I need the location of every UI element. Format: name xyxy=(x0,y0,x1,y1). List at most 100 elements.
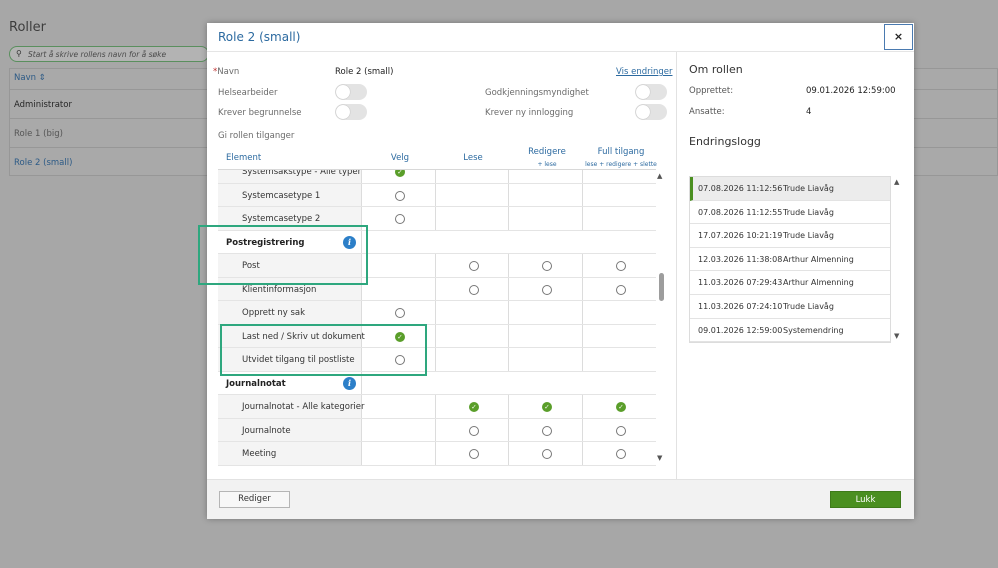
element-cell: Opprett ny sak xyxy=(218,301,362,324)
table-row: Last ned / Skriv ut dokument ✓ xyxy=(218,324,656,348)
role-form: *Navn Role 2 (small) Vis endringer Helse… xyxy=(198,52,676,479)
element-cell: Post xyxy=(218,254,362,277)
divider xyxy=(582,324,583,347)
show-changes-link[interactable]: Vis endringer xyxy=(616,67,673,77)
table-row: Meeting xyxy=(218,442,656,466)
name-value[interactable]: Role 2 (small) xyxy=(335,67,393,77)
scrollbar-thumb[interactable] xyxy=(659,273,664,301)
table-row: Opprett ny sak xyxy=(218,301,656,325)
radio-lese[interactable] xyxy=(469,425,479,436)
helsearbeider-label: Helsearbeider xyxy=(218,88,278,98)
group-row: Journalnotat i xyxy=(218,371,656,395)
role-info-panel: Om rollen Opprettet: 09.01.2026 12:59:00… xyxy=(676,52,914,479)
radio-redigere[interactable] xyxy=(542,261,552,271)
element-cell: Meeting xyxy=(218,442,362,465)
changelog-user: Systemendring xyxy=(783,325,844,335)
employees-label: Ansatte: xyxy=(689,107,725,117)
radio-velg[interactable] xyxy=(395,190,405,201)
divider xyxy=(435,301,436,324)
scroll-up-icon[interactable]: ▲ xyxy=(657,172,662,180)
divider xyxy=(508,418,509,441)
divider xyxy=(508,183,509,206)
checked-radio-redigere[interactable]: ✓ xyxy=(542,402,552,412)
divider xyxy=(582,348,583,371)
helsearbeider-toggle[interactable] xyxy=(335,84,367,100)
divider xyxy=(508,348,509,371)
info-icon[interactable]: i xyxy=(343,235,356,249)
divider xyxy=(435,170,436,183)
radio-lese[interactable] xyxy=(469,261,479,271)
divider xyxy=(508,207,509,230)
radio-full[interactable] xyxy=(616,284,626,295)
radio-redigere[interactable] xyxy=(542,284,552,295)
divider xyxy=(508,324,509,347)
element-cell: Systemcasetype 1 xyxy=(218,183,362,206)
krever-ny-innlogging-toggle[interactable] xyxy=(635,104,667,120)
divider xyxy=(582,183,583,206)
checked-radio-velg[interactable]: ✓ xyxy=(395,170,405,177)
lese-column-header: Lese xyxy=(463,153,483,163)
divider xyxy=(508,301,509,324)
changelog-item[interactable]: 07.08.2026 11:12:55 Trude Liavåg xyxy=(690,200,890,225)
scroll-up-icon[interactable]: ▲ xyxy=(894,178,899,186)
name-column-header[interactable]: Navn ⇕ xyxy=(14,73,46,83)
changelog-user: Trude Liavåg xyxy=(783,231,834,241)
radio-redigere[interactable] xyxy=(542,425,552,436)
changelog-item[interactable]: 11.03.2026 07:29:43 Arthur Almenning xyxy=(690,271,890,295)
radio-velg[interactable] xyxy=(395,308,405,318)
grid-scrollbar[interactable]: ▲ ▼ xyxy=(656,170,668,467)
krever-ny-innlogging-label: Krever ny innlogging xyxy=(485,108,574,118)
radio-velg[interactable] xyxy=(395,214,405,224)
changelog-item[interactable]: 17.07.2026 10:21:19 Trude Liavåg xyxy=(690,224,890,248)
radio-lese[interactable] xyxy=(469,284,479,295)
scroll-down-icon[interactable]: ▼ xyxy=(657,454,662,462)
checked-radio-velg[interactable]: ✓ xyxy=(395,331,405,342)
edit-button[interactable]: Rediger xyxy=(219,491,290,508)
radio-redigere[interactable] xyxy=(542,449,552,459)
redigere-column-subheader: + lese xyxy=(537,161,557,168)
close-icon[interactable]: × xyxy=(884,24,913,50)
changelog-item[interactable]: 12.03.2026 11:38:08 Arthur Almenning xyxy=(690,247,890,272)
element-label: Post xyxy=(242,261,260,271)
divider xyxy=(435,418,436,441)
changelog-date: 12.03.2026 11:38:08 xyxy=(698,254,783,264)
changelog-user: Trude Liavåg xyxy=(783,302,834,311)
info-icon[interactable]: i xyxy=(343,376,356,390)
changelog-user: Arthur Almenning xyxy=(783,278,854,288)
element-cell: Postregistrering i xyxy=(218,230,362,253)
radio-lese[interactable] xyxy=(469,449,479,459)
godkjenningsmyndighet-toggle[interactable] xyxy=(635,84,667,100)
role-search-input[interactable]: ⚲ Start å skrive rollens navn for å søke xyxy=(9,46,209,62)
divider xyxy=(435,324,436,347)
changelog-item[interactable]: 11.03.2026 07:24:10 Trude Liavåg xyxy=(690,295,890,319)
radio-velg[interactable] xyxy=(395,355,405,365)
krever-begrunnelse-toggle[interactable] xyxy=(335,104,367,120)
changelog-item[interactable]: 07.08.2026 11:12:56 Trude Liavåg xyxy=(690,177,890,201)
scroll-down-icon[interactable]: ▼ xyxy=(894,332,899,340)
created-label: Opprettet: xyxy=(689,86,734,96)
divider xyxy=(508,395,509,418)
radio-full[interactable] xyxy=(616,425,626,436)
changelog-user: Arthur Almenning xyxy=(783,254,854,264)
table-row: Journalnote xyxy=(218,418,656,442)
dialog-title: Role 2 (small) xyxy=(218,30,301,44)
table-row: Systemcasetype 2 xyxy=(218,207,656,231)
search-placeholder: Start å skrive rollens navn for å søke xyxy=(28,50,167,59)
sort-icon: ⇕ xyxy=(38,73,46,83)
element-label: Journalnotat xyxy=(226,378,286,389)
close-button[interactable]: Lukk xyxy=(830,491,901,508)
table-row: Systemcasetype 1 xyxy=(218,183,656,207)
divider xyxy=(582,170,583,183)
changelog-item[interactable]: 09.01.2026 12:59:00 Systemendring xyxy=(690,318,890,343)
changelog-list: 07.08.2026 11:12:56 Trude Liavåg 07.08.202… xyxy=(689,176,891,343)
element-label: Systemsakstype - Alle typer xyxy=(242,170,362,177)
changelog-date: 07.08.2026 11:12:55 xyxy=(698,207,783,217)
radio-full[interactable] xyxy=(616,449,626,459)
krever-begrunnelse-label: Krever begrunnelse xyxy=(218,108,302,118)
checked-radio-lese[interactable]: ✓ xyxy=(469,402,479,412)
element-cell: Systemsakstype - Alle typer xyxy=(218,170,362,183)
group-row: Postregistrering i xyxy=(218,230,656,254)
search-icon: ⚲ xyxy=(16,49,22,58)
radio-full[interactable] xyxy=(616,261,626,271)
checked-radio-full[interactable]: ✓ xyxy=(616,402,626,412)
